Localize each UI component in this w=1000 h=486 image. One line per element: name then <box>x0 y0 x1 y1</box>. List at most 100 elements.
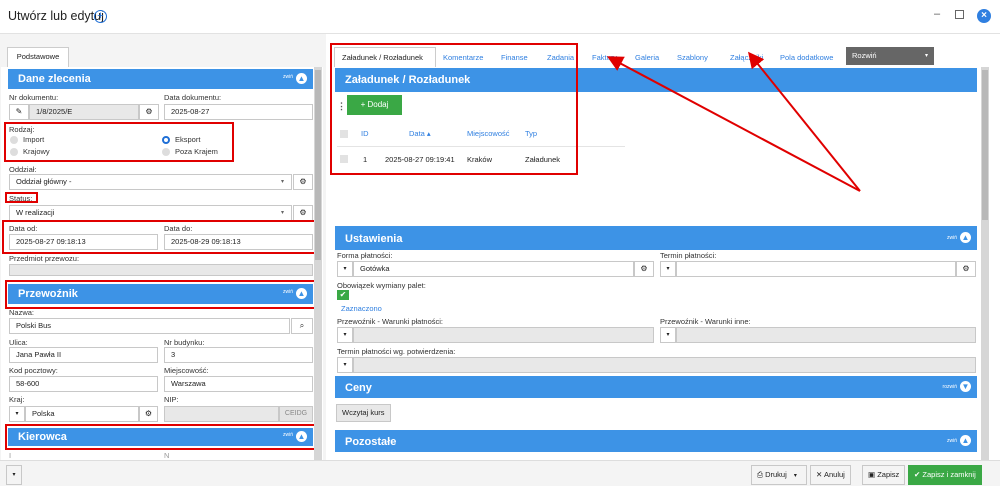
chevron-down-icon[interactable]: ▾ <box>9 406 25 422</box>
gear-icon[interactable]: ⚙ <box>139 104 159 120</box>
oddzial-label: Oddział: <box>9 165 37 174</box>
forma-platnosci-select[interactable]: Gotówka <box>353 261 634 277</box>
chevron-down-icon[interactable]: ▾ <box>337 261 353 277</box>
annotation-kierowca <box>5 424 317 450</box>
check-icon: ✔ <box>914 470 921 479</box>
nazwa-label: Nazwa: <box>9 308 35 317</box>
dane-zlecenia-header[interactable]: Dane zlecenia zwiń ▲ <box>8 69 313 89</box>
nr-dokumentu-field[interactable]: 1/8/2025/E <box>29 104 139 120</box>
gear-icon[interactable]: ⚙ <box>139 406 158 422</box>
wczytaj-kurs-button[interactable]: Wczytaj kurs <box>336 404 391 422</box>
gear-icon[interactable]: ⚙ <box>634 261 654 277</box>
chevron-down-icon: ▾ <box>281 210 285 216</box>
kraj-label: Kraj: <box>9 395 25 404</box>
collapse-icon[interactable]: ▲ <box>960 232 971 243</box>
warunki-inne-select[interactable] <box>676 327 976 343</box>
przedmiot-label: Przedmiot przewozu: <box>9 254 80 263</box>
expand-label: rozwiń <box>942 384 957 390</box>
nr-dokumentu-label: Nr dokumentu: <box>9 93 59 102</box>
forma-platnosci-label: Forma płatności: <box>337 251 393 260</box>
add-icon[interactable]: + <box>94 10 107 23</box>
pencil-icon[interactable]: ✎ <box>9 104 29 120</box>
arrow-to-zalaczniki <box>747 51 861 192</box>
collapse-label: zwiń <box>946 235 957 241</box>
nip-label: NIP: <box>164 395 179 404</box>
warunki-inne-label: Przewoźnik - Warunki inne: <box>660 317 751 326</box>
chevron-down-icon: ▾ <box>281 179 285 185</box>
minimize-icon[interactable]: – <box>934 8 940 20</box>
oddzial-select[interactable]: Oddział główny - <box>9 174 292 190</box>
drukuj-button[interactable]: ⎙ Drukuj ▾ <box>751 465 807 485</box>
close-icon[interactable]: × <box>977 9 991 23</box>
chevron-down-icon: ▾ <box>924 53 928 59</box>
chevron-down-icon[interactable]: ▾ <box>660 327 676 343</box>
chevron-down-icon[interactable]: ▾ <box>337 327 353 343</box>
obowiazek-checkbox[interactable]: ✔ <box>337 290 349 300</box>
miejscowosc-label: Miejscowość: <box>164 366 209 375</box>
kierowca-label-partial: N <box>164 451 170 460</box>
termin-potwierdzenia-label: Termin płatności wg. potwierdzenia: <box>337 347 456 356</box>
warunki-platnosci-select[interactable] <box>353 327 654 343</box>
annotation-rodzaj <box>4 122 234 162</box>
search-icon[interactable]: ⌕ <box>291 318 313 334</box>
nip-field[interactable] <box>164 406 279 422</box>
zapisz-button[interactable]: ▣ Zapisz <box>862 465 906 485</box>
nr-budynku-field[interactable]: 3 <box>164 347 313 363</box>
save-icon: ▣ <box>868 470 876 479</box>
ulica-label: Ulica: <box>9 338 28 347</box>
ceny-title: Ceny <box>345 382 372 394</box>
pozostale-header[interactable]: Pozostałe zwiń ▲ <box>335 430 977 452</box>
cancel-icon: ✕ <box>816 470 823 479</box>
annotation-status <box>5 192 38 203</box>
window-titlebar <box>0 0 1000 34</box>
kod-label: Kod pocztowy: <box>9 366 58 375</box>
chevron-down-icon: ▾ <box>793 473 797 479</box>
ceidg-button[interactable]: CEIDG <box>279 406 313 422</box>
gear-icon[interactable]: ⚙ <box>956 261 976 277</box>
right-scrollbar-thumb[interactable] <box>982 70 988 220</box>
expand-icon[interactable]: ▼ <box>960 381 971 392</box>
termin-platnosci-select[interactable] <box>676 261 956 277</box>
collapse-icon[interactable]: ▲ <box>960 435 971 446</box>
nr-budynku-label: Nr budynku: <box>164 338 205 347</box>
printer-icon: ⎙ <box>757 470 763 479</box>
restore-icon[interactable] <box>955 10 964 19</box>
collapse-icon[interactable]: ▲ <box>296 73 307 84</box>
termin-potwierdzenia-select[interactable] <box>353 357 976 373</box>
miejscowosc-field[interactable]: Warszawa <box>164 376 313 392</box>
ustawienia-header[interactable]: Ustawienia zwiń ▲ <box>335 226 977 250</box>
kierowca-label-partial: I <box>9 451 12 460</box>
dane-zlecenia-title: Dane zlecenia <box>18 73 91 85</box>
annotation-zaladunek <box>330 43 578 175</box>
zapisz-i-zamknij-button[interactable]: ✔ Zapisz i zamknij <box>908 465 982 485</box>
chevron-down-icon[interactable]: ▾ <box>6 465 22 485</box>
kraj-select[interactable]: Polska <box>25 406 139 422</box>
zaznaczono-text: Zaznaczono <box>341 304 382 313</box>
chevron-down-icon[interactable]: ▾ <box>337 357 353 373</box>
warunki-platnosci-label: Przewoźnik - Warunki płatności: <box>337 317 444 326</box>
pozostale-title: Pozostałe <box>345 436 397 448</box>
ceny-header[interactable]: Ceny rozwiń ▼ <box>335 376 977 398</box>
data-dokumentu-label: Data dokumentu: <box>164 93 222 102</box>
left-scrollbar-thumb[interactable] <box>315 70 321 260</box>
ulica-field[interactable]: Jana Pawła II <box>9 347 158 363</box>
kod-field[interactable]: 58-600 <box>9 376 158 392</box>
anuluj-button[interactable]: ✕ Anuluj <box>810 465 851 485</box>
obowiazek-label: Obowiązek wymiany palet: <box>337 281 426 290</box>
annotation-daty <box>2 220 318 254</box>
annotation-arrows <box>606 51 861 192</box>
chevron-down-icon[interactable]: ▾ <box>660 261 676 277</box>
drukuj-label: Drukuj <box>765 470 787 479</box>
anuluj-label: Anuluj <box>823 470 845 479</box>
nazwa-field[interactable]: Polski Bus <box>9 318 290 334</box>
przedmiot-field[interactable] <box>9 264 313 276</box>
termin-platnosci-label: Termin płatności: <box>660 251 717 260</box>
annotation-przewoznik <box>5 280 317 309</box>
gear-icon[interactable]: ⚙ <box>293 174 313 190</box>
status-select[interactable]: W realizacji <box>9 205 292 221</box>
collapse-label: zwiń <box>282 74 293 80</box>
data-dokumentu-field[interactable]: 2025-08-27 <box>164 104 313 120</box>
tab-podstawowe[interactable]: Podstawowe <box>7 47 69 67</box>
gear-icon[interactable]: ⚙ <box>293 205 313 221</box>
arrow-to-faktury <box>606 56 861 192</box>
